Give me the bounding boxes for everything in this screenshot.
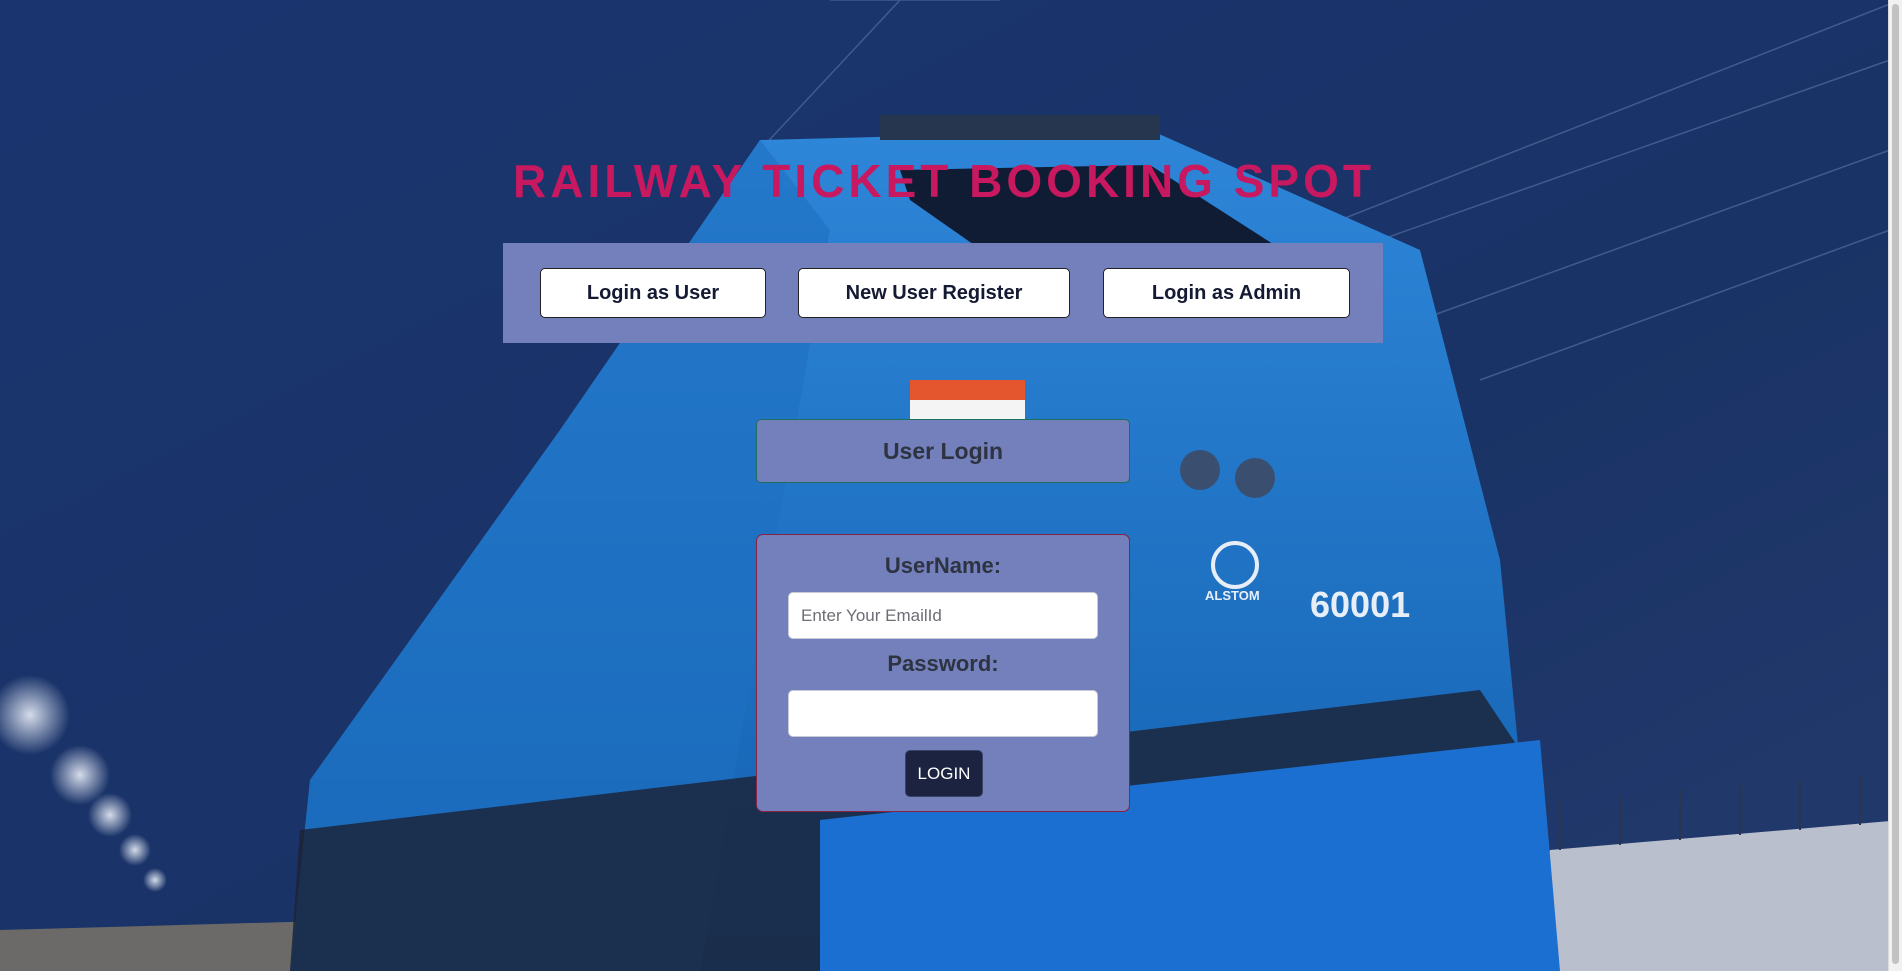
site-title: RAILWAY TICKET BOOKING SPOT: [513, 155, 1375, 207]
login-as-admin-button[interactable]: Login as Admin: [1103, 268, 1350, 318]
login-button[interactable]: LOGIN: [905, 750, 983, 797]
username-label: UserName:: [884, 553, 1002, 578]
nav-panel: Login as User New User Register Login as…: [503, 243, 1383, 343]
login-form: UserName: Password: LOGIN: [756, 534, 1130, 812]
password-input[interactable]: [788, 690, 1098, 737]
password-label: Password:: [887, 651, 999, 676]
user-login-heading: User Login: [756, 419, 1130, 483]
scrollbar-thumb[interactable]: [1892, 4, 1899, 964]
new-user-register-button[interactable]: New User Register: [798, 268, 1070, 318]
vertical-scrollbar[interactable]: [1888, 0, 1902, 971]
username-input[interactable]: [788, 592, 1098, 639]
login-as-user-button[interactable]: Login as User: [540, 268, 766, 318]
